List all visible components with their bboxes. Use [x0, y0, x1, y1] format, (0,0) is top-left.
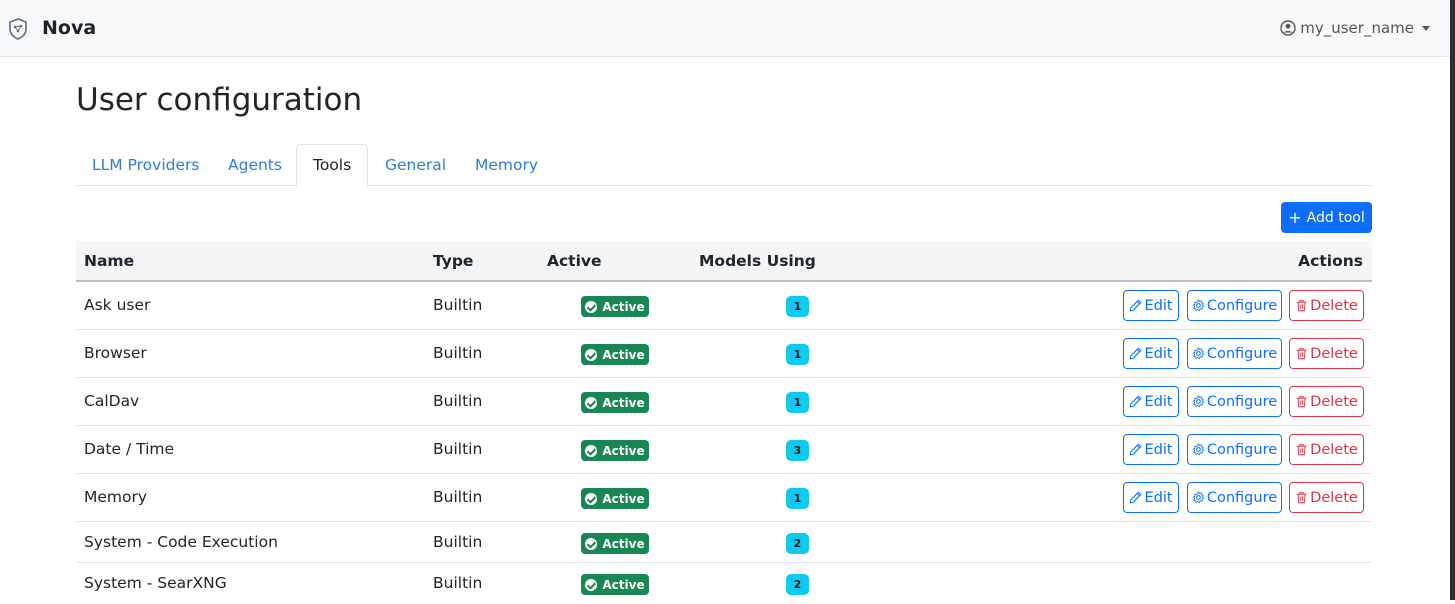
configure-button[interactable]: Configure	[1187, 386, 1282, 417]
tool-name: System - Code Execution	[84, 533, 278, 551]
caret-down-icon	[1422, 26, 1430, 31]
status-badge: Active	[581, 440, 649, 461]
tab-agents[interactable]: Agents	[212, 144, 298, 186]
table-row: Date / Time Builtin Active 3 Edit Config…	[76, 426, 1372, 474]
trash-icon	[1296, 444, 1307, 456]
models-count-badge: 2	[786, 533, 809, 554]
header-name: Name	[84, 252, 135, 270]
add-tool-label: Add tool	[1306, 209, 1365, 226]
user-circle-icon	[1280, 20, 1296, 36]
user-name: my_user_name	[1300, 19, 1414, 37]
tool-type: Builtin	[433, 392, 483, 410]
tool-type: Builtin	[433, 488, 483, 506]
status-badge: Active	[581, 488, 649, 509]
brand-name[interactable]: Nova	[42, 17, 96, 39]
pencil-icon	[1130, 491, 1142, 504]
configure-button[interactable]: Configure	[1187, 338, 1282, 369]
tool-name: Memory	[84, 488, 148, 506]
tool-name: Browser	[84, 344, 147, 362]
models-count-badge: 1	[786, 344, 809, 365]
gear-icon	[1192, 395, 1205, 408]
tool-name: Date / Time	[84, 440, 175, 458]
delete-button[interactable]: Delete	[1289, 434, 1364, 465]
tab-general[interactable]: General	[369, 144, 462, 186]
tool-name: Ask user	[84, 296, 151, 314]
check-circle-icon	[585, 300, 598, 313]
check-circle-icon	[585, 348, 598, 361]
tools-table-header: Name Type Active Models Using Actions	[76, 241, 1372, 282]
pencil-icon	[1130, 347, 1142, 360]
models-count-badge: 3	[786, 440, 809, 461]
status-badge: Active	[581, 344, 649, 365]
tool-name: CalDav	[84, 392, 140, 410]
edit-button[interactable]: Edit	[1123, 482, 1179, 513]
header-actions: Actions	[1298, 252, 1363, 270]
pencil-icon	[1130, 443, 1142, 456]
pencil-icon	[1130, 299, 1142, 312]
header-models-using: Models Using	[699, 252, 816, 270]
delete-button[interactable]: Delete	[1289, 290, 1364, 321]
table-row: Browser Builtin Active 1 Edit Configure …	[76, 330, 1372, 378]
header-active: Active	[547, 252, 602, 270]
status-badge: Active	[581, 533, 649, 554]
check-circle-icon	[585, 396, 598, 409]
table-row: Ask user Builtin Active 1 Edit Configure…	[76, 282, 1372, 330]
tab-tools[interactable]: Tools	[296, 144, 369, 187]
edit-button[interactable]: Edit	[1123, 386, 1179, 417]
config-tabs: LLM Providers Agents Tools General Memor…	[76, 144, 1372, 187]
check-circle-icon	[585, 444, 598, 457]
check-circle-icon	[585, 492, 598, 505]
page-title: User configuration	[76, 82, 363, 118]
models-count-badge: 1	[786, 392, 809, 413]
configure-button[interactable]: Configure	[1187, 290, 1282, 321]
edit-button[interactable]: Edit	[1123, 434, 1179, 465]
check-circle-icon	[585, 578, 598, 591]
trash-icon	[1296, 348, 1307, 360]
tool-type: Builtin	[433, 344, 483, 362]
nova-logo-icon[interactable]	[8, 18, 28, 40]
status-badge: Active	[581, 392, 649, 413]
status-badge: Active	[581, 574, 649, 595]
top-navbar: Nova my_user_name	[0, 0, 1450, 57]
window-edge	[1450, 0, 1455, 600]
table-row: CalDav Builtin Active 1 Edit Configure D…	[76, 378, 1372, 426]
tool-name: System - SearXNG	[84, 574, 227, 592]
tool-type: Builtin	[433, 440, 483, 458]
gear-icon	[1192, 347, 1205, 360]
header-type: Type	[433, 252, 474, 270]
tab-memory[interactable]: Memory	[459, 144, 554, 186]
trash-icon	[1296, 300, 1307, 312]
add-tool-button[interactable]: + Add tool	[1281, 202, 1372, 233]
trash-icon	[1296, 396, 1307, 408]
delete-button[interactable]: Delete	[1289, 338, 1364, 369]
table-row: System - Code Execution Builtin Active 2	[76, 522, 1372, 563]
tool-type: Builtin	[433, 296, 483, 314]
tool-type: Builtin	[433, 533, 483, 551]
edit-button[interactable]: Edit	[1123, 290, 1179, 321]
table-row: System - SearXNG Builtin Active 2	[76, 563, 1372, 604]
status-badge: Active	[581, 296, 649, 317]
edit-button[interactable]: Edit	[1123, 338, 1179, 369]
models-count-badge: 1	[786, 488, 809, 509]
tab-llm-providers[interactable]: LLM Providers	[76, 144, 215, 186]
models-count-badge: 1	[786, 296, 809, 317]
table-row: Memory Builtin Active 1 Edit Configure D…	[76, 474, 1372, 522]
gear-icon	[1192, 443, 1205, 456]
trash-icon	[1296, 492, 1307, 504]
configure-button[interactable]: Configure	[1187, 482, 1282, 513]
delete-button[interactable]: Delete	[1289, 482, 1364, 513]
check-circle-icon	[585, 537, 598, 550]
models-count-badge: 2	[786, 574, 809, 595]
plus-icon: +	[1288, 207, 1302, 227]
pencil-icon	[1130, 395, 1142, 408]
delete-button[interactable]: Delete	[1289, 386, 1364, 417]
gear-icon	[1192, 491, 1205, 504]
gear-icon	[1192, 299, 1205, 312]
user-menu-dropdown[interactable]: my_user_name	[1280, 19, 1430, 37]
tool-type: Builtin	[433, 574, 483, 592]
configure-button[interactable]: Configure	[1187, 434, 1282, 465]
